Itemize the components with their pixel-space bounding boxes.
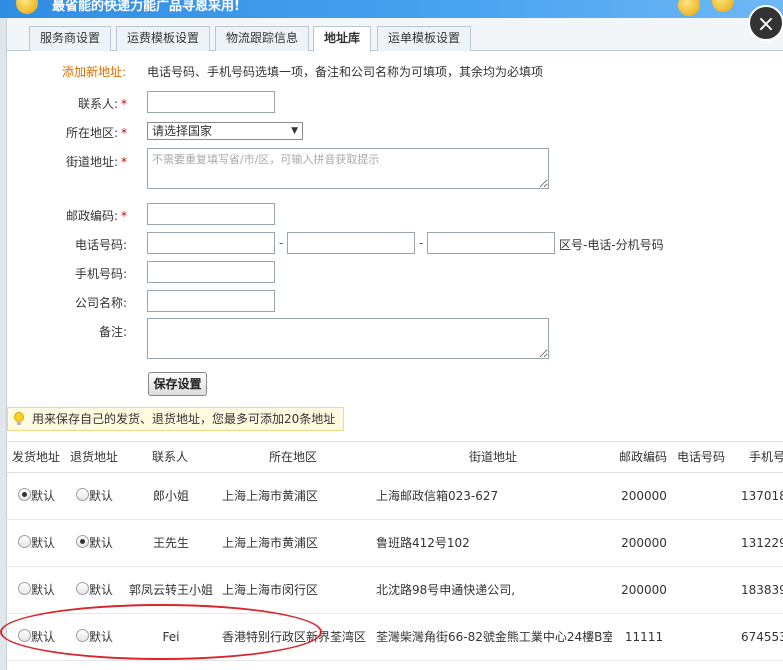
return-default-label: 默认 (89, 630, 114, 644)
lightbulb-icon (14, 412, 24, 425)
add-address-note: 电话号码、手机号码选填一项，备注和公司名称为可填项，其余均为必填项 (147, 65, 544, 79)
remark-textarea[interactable] (147, 318, 549, 359)
phone-dash: - (419, 236, 424, 250)
phone-extension-input[interactable] (427, 232, 555, 254)
zip-cell: 200000 (621, 489, 667, 503)
col-header-mobile: 手机号 (749, 450, 783, 464)
coin-icon (712, 0, 734, 12)
col-header-contact: 联系人 (152, 450, 189, 464)
address-table: 发货地址 退货地址 联系人 所在地区 街道地址 邮政编码 电话号码 手机号 默认… (7, 441, 783, 670)
col-header-zip: 邮政编码 (619, 450, 668, 464)
ship-default-label: 默认 (31, 536, 56, 550)
ship-default-radio[interactable] (18, 629, 31, 642)
ship-default-radio[interactable] (18, 582, 31, 595)
return-default-label: 默认 (89, 489, 114, 503)
return-default-radio[interactable] (76, 535, 89, 548)
street-cell: 北沈路98号申通快递公司, (376, 583, 516, 597)
street-label: 街道地址: * (65, 155, 127, 169)
col-header-phone: 电话号码 (677, 450, 726, 464)
ship-default-label: 默认 (31, 489, 56, 503)
phone-cell (677, 520, 737, 566)
phone-label: 电话号码: (74, 238, 127, 252)
col-header-return-address: 退货地址 (70, 450, 119, 464)
region-cell: 上海上海市黄浦区 (222, 536, 319, 550)
contact-cell: 郭凤云转王小姐 (128, 583, 213, 597)
street-cell: 鲁班路412号102 (376, 536, 470, 550)
remark-label: 备注: (98, 325, 127, 339)
save-settings-button[interactable]: 保存设置 (148, 372, 207, 396)
return-default-label: 默认 (89, 583, 114, 597)
mobile-cell: 1312293 (741, 536, 783, 550)
tab-freight-template[interactable]: 运费模板设置 (116, 26, 211, 51)
table-row: 默认 默认 Fei 香港特别行政区新界荃湾区 荃灣柴灣角街66-82號金熊工業中心24樓… (7, 614, 783, 661)
street-cell: 荃灣柴灣角街66-82號金熊工業中心24樓B室 (376, 630, 612, 644)
company-input[interactable] (147, 290, 275, 312)
table-row: 默认 默认 王先生 上海上海市黄浦区 鲁班路412号102 200000 1312293 (7, 520, 783, 567)
contact-cell: 王先生 (152, 536, 189, 550)
tab-bar: 服务商设置 运费模板设置 物流跟踪信息 地址库 运单模板设置 (7, 18, 783, 52)
mobile-cell: 1838391 (741, 583, 783, 597)
ship-default-radio[interactable] (18, 488, 31, 501)
country-select[interactable]: 请选择国家 ▼ (147, 122, 303, 140)
region-cell: 上海上海市闵行区 (222, 583, 319, 597)
close-dialog-button[interactable]: × (748, 5, 783, 41)
ship-default-label: 默认 (31, 583, 56, 597)
contact-input[interactable] (147, 91, 275, 113)
tab-waybill-template[interactable]: 运单模板设置 (377, 26, 472, 51)
phone-dash: - (279, 236, 284, 250)
contact-cell: 郎小姐 (152, 489, 189, 503)
tab-address-library[interactable]: 地址库 (313, 26, 372, 52)
street-cell: 上海邮政信箱023-627 (376, 489, 499, 503)
col-header-street: 街道地址 (469, 450, 518, 464)
phone-number-input[interactable] (287, 232, 415, 254)
table-row: 默认 默认 郭凤云转王小姐 上海上海市闵行区 北沈路98号申通快递公司, 200000 18… (7, 567, 783, 614)
tab-service-provider[interactable]: 服务商设置 (29, 26, 112, 51)
contact-label: 联系人: * (77, 97, 127, 111)
zip-cell: 200000 (621, 536, 667, 550)
phone-cell (677, 567, 737, 613)
ship-default-label: 默认 (31, 630, 56, 644)
banner-text: 最省能的快递力能广品寻恩采用! (52, 0, 240, 14)
region-cell: 上海上海市黄浦区 (222, 489, 319, 503)
close-icon: × (756, 12, 776, 37)
return-default-radio[interactable] (76, 488, 89, 501)
contact-cell: Fei (162, 630, 180, 644)
col-header-ship-address: 发货地址 (12, 450, 61, 464)
tip-box: 用来保存自己的发货、退货地址，您最多可添加20条地址 (7, 407, 344, 431)
phone-format-hint: 区号-电话-分机号码 (559, 238, 664, 252)
dropdown-arrow-icon: ▼ (291, 126, 298, 136)
zip-input[interactable] (147, 203, 275, 225)
phone-area-code-input[interactable] (147, 232, 275, 254)
add-address-title: 添加新地址: (62, 65, 127, 79)
country-select-value: 请选择国家 (152, 124, 213, 138)
promo-banner: 最省能的快递力能广品寻恩采用! (0, 0, 783, 18)
region-cell: 香港特别行政区新界荃湾区 (222, 630, 367, 644)
company-label: 公司名称: (74, 296, 127, 310)
phone-cell (677, 614, 737, 660)
col-header-region: 所在地区 (269, 450, 318, 464)
region-label: 所在地区: * (65, 126, 127, 140)
zip-label: 邮政编码: * (65, 209, 127, 223)
tab-logistics-tracking[interactable]: 物流跟踪信息 (215, 26, 310, 51)
mobile-label: 手机号码: (74, 267, 127, 281)
zip-cell: 11111 (624, 630, 664, 644)
mobile-cell: 1370185 (741, 489, 783, 503)
table-row: 默认 默认 郎小姐 上海上海市黄浦区 上海邮政信箱023-627 200000 137018… (7, 473, 783, 520)
street-textarea[interactable] (147, 148, 549, 189)
coin-icon (678, 0, 700, 16)
ship-default-radio[interactable] (18, 535, 31, 548)
return-default-radio[interactable] (76, 629, 89, 642)
return-default-label: 默认 (89, 536, 114, 550)
return-default-radio[interactable] (76, 582, 89, 595)
address-library-dialog: 服务商设置 运费模板设置 物流跟踪信息 地址库 运单模板设置 添加新地址: 电话… (6, 18, 783, 670)
coin-icon (16, 0, 38, 14)
tip-text: 用来保存自己的发货、退货地址，您最多可添加20条地址 (32, 412, 336, 426)
mobile-cell: 674553 (741, 630, 783, 644)
zip-cell: 200000 (621, 583, 667, 597)
phone-cell (677, 473, 737, 519)
mobile-input[interactable] (147, 261, 275, 283)
